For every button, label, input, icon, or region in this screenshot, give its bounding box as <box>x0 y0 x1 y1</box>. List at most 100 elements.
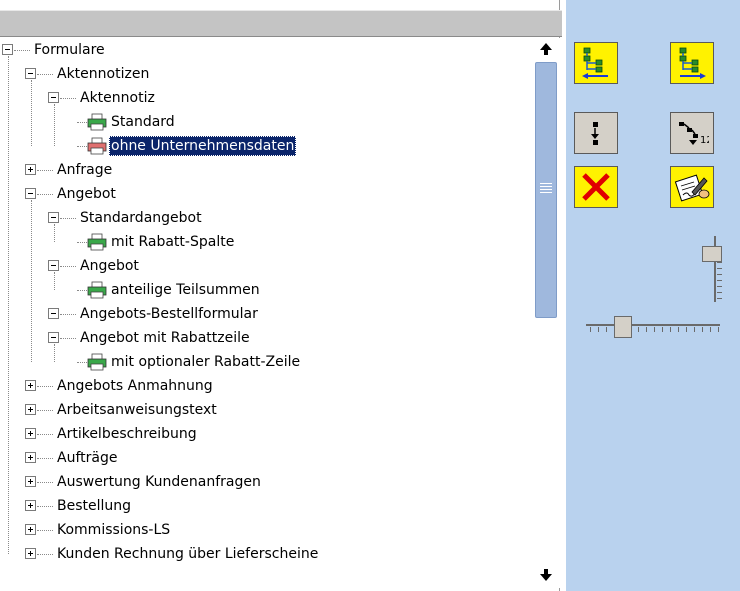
expand-toggle-icon[interactable] <box>25 428 36 439</box>
vertical-slider[interactable] <box>702 236 728 302</box>
tree-item-label[interactable]: Formulare <box>32 40 107 60</box>
collapse-toggle-icon[interactable] <box>48 212 59 223</box>
tool-panel: 12 <box>566 0 740 591</box>
tree-item-label[interactable]: Kunden Rechnung über Lieferscheine <box>55 544 320 564</box>
tree-guide-line <box>54 104 55 146</box>
collapse-toggle-icon[interactable] <box>25 188 36 199</box>
scroll-thumb[interactable] <box>535 62 557 318</box>
tree-row[interactable]: Angebot <box>0 254 530 278</box>
tree-guide-line <box>31 200 32 362</box>
tree-item-label[interactable]: Auswertung Kundenanfragen <box>55 472 263 492</box>
vertical-slider-thumb[interactable] <box>702 246 722 262</box>
tree-arrow-left-icon <box>582 47 608 79</box>
tree-row[interactable]: Artikelbeschreibung <box>0 422 530 446</box>
expand-toggle-icon[interactable] <box>25 404 36 415</box>
expand-toggle-icon[interactable] <box>25 524 36 535</box>
tree-row[interactable]: Standard <box>0 110 530 134</box>
tree-item-label[interactable]: Angebots-Bestellformular <box>78 304 260 324</box>
tree-header-bar <box>0 10 562 37</box>
collapse-toggle-icon[interactable] <box>48 308 59 319</box>
sort-tree-icon: 12 <box>679 122 709 146</box>
tree-item-label[interactable]: anteilige Teilsummen <box>109 280 262 300</box>
tree-item-label[interactable]: Standard <box>109 112 177 132</box>
tree-item-label[interactable]: Aktennotiz <box>78 88 157 108</box>
printer-green-icon <box>87 353 107 371</box>
collapse-toggle-icon[interactable] <box>48 332 59 343</box>
tree-row[interactable]: Formulare <box>0 38 530 62</box>
expand-toggle-icon[interactable] <box>25 452 36 463</box>
tree-item-label[interactable]: Angebot <box>55 184 118 204</box>
tree-arrow-right-icon <box>679 47 706 79</box>
scroll-thumb-grip <box>540 183 552 195</box>
tree-guide-line <box>54 224 55 242</box>
tree-item-label[interactable]: mit Rabatt-Spalte <box>109 232 236 252</box>
sort-button[interactable] <box>574 112 618 154</box>
form-tree: Formulare Aktennotizen Aktennotiz Standard o… <box>0 38 530 588</box>
horizontal-slider[interactable] <box>586 316 720 346</box>
arrow-down-icon <box>540 569 552 581</box>
tree-row[interactable]: Angebot mit Rabattzeile <box>0 326 530 350</box>
tree-item-label[interactable]: Aufträge <box>55 448 119 468</box>
tree-guide-line <box>54 344 55 362</box>
expand-toggle-icon[interactable] <box>25 476 36 487</box>
expand-toggle-icon[interactable] <box>25 164 36 175</box>
tree-item-label[interactable]: Angebot mit Rabattzeile <box>78 328 252 348</box>
printer-red-icon <box>87 137 107 155</box>
tree-item-label[interactable]: Bestellung <box>55 496 133 516</box>
tree-item-label[interactable]: Arbeitsanweisungstext <box>55 400 219 420</box>
scroll-up-button[interactable] <box>532 38 560 60</box>
red-x-icon <box>582 173 610 201</box>
tree-row[interactable]: Aktennotizen <box>0 62 530 86</box>
form-tree-panel: Formulare Aktennotizen Aktennotiz Standard o… <box>0 0 562 591</box>
tree-guide-line <box>54 272 55 290</box>
tree-move-left-button[interactable] <box>574 42 618 84</box>
expand-toggle-icon[interactable] <box>25 500 36 511</box>
collapse-toggle-icon[interactable] <box>48 260 59 271</box>
expand-toggle-icon[interactable] <box>25 380 36 391</box>
delete-button[interactable] <box>574 166 618 208</box>
tree-row[interactable]: mit optionaler Rabatt-Zeile <box>0 350 530 374</box>
collapse-toggle-icon[interactable] <box>2 44 13 55</box>
tree-item-label[interactable]: Standardangebot <box>78 208 204 228</box>
edit-button[interactable] <box>670 166 714 208</box>
sort-icon <box>591 122 599 145</box>
collapse-toggle-icon[interactable] <box>48 92 59 103</box>
tree-row[interactable]: Kunden Rechnung über Lieferscheine <box>0 542 530 566</box>
tree-row[interactable]: Bestellung <box>0 494 530 518</box>
tree-row[interactable]: Angebots-Bestellformular <box>0 302 530 326</box>
tree-item-label[interactable]: Kommissions-LS <box>55 520 172 540</box>
tree-row[interactable]: Arbeitsanweisungstext <box>0 398 530 422</box>
pen-signature-icon <box>674 174 710 202</box>
printer-green-icon <box>87 233 107 251</box>
tree-item-label-selected[interactable]: ohne Unternehmensdaten <box>109 136 297 156</box>
tree-move-right-button[interactable] <box>670 42 714 84</box>
horizontal-slider-track <box>586 324 720 326</box>
tree-row[interactable]: Standardangebot <box>0 206 530 230</box>
tree-row[interactable]: Aufträge <box>0 446 530 470</box>
tree-row[interactable]: Auswertung Kundenanfragen <box>0 470 530 494</box>
tree-row[interactable]: Kommissions-LS <box>0 518 530 542</box>
tree-item-label[interactable]: Anfrage <box>55 160 114 180</box>
tree-item-label[interactable]: Aktennotizen <box>55 64 151 84</box>
tree-row[interactable]: ohne Unternehmensdaten <box>0 134 530 158</box>
expand-toggle-icon[interactable] <box>25 548 36 559</box>
collapse-toggle-icon[interactable] <box>25 68 36 79</box>
tree-item-label[interactable]: Artikelbeschreibung <box>55 424 199 444</box>
tree-row[interactable]: mit Rabatt-Spalte <box>0 230 530 254</box>
svg-text:12: 12 <box>700 135 709 146</box>
tree-item-label[interactable]: Angebots Anmahnung <box>55 376 215 396</box>
tree-item-label[interactable]: Angebot <box>78 256 141 276</box>
tree-row[interactable]: Anfrage <box>0 158 530 182</box>
tree-row[interactable]: Angebot <box>0 182 530 206</box>
tree-item-label[interactable]: mit optionaler Rabatt-Zeile <box>109 352 302 372</box>
horizontal-slider-thumb[interactable] <box>614 316 632 338</box>
tree-row[interactable]: anteilige Teilsummen <box>0 278 530 302</box>
scroll-down-button[interactable] <box>532 564 560 586</box>
tree-row[interactable]: Angebots Anmahnung <box>0 374 530 398</box>
tree-scrollbar[interactable] <box>532 38 560 588</box>
printer-green-icon <box>87 113 107 131</box>
tree-row[interactable]: Aktennotiz <box>0 86 530 110</box>
arrow-up-icon <box>540 43 552 55</box>
tree-guide-line <box>8 56 9 554</box>
sort-tree-button[interactable]: 12 <box>670 112 714 154</box>
